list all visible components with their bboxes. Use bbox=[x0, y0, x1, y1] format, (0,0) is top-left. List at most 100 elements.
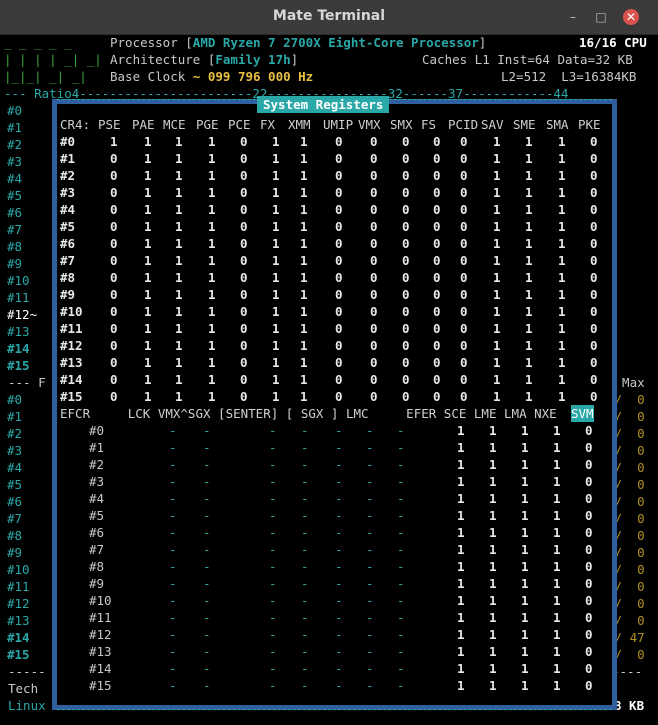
cr4-cell: 0 bbox=[433, 389, 441, 404]
cr4-cell: 1 bbox=[208, 253, 216, 268]
efcr-dash: - bbox=[397, 491, 405, 506]
cr4-cell: 0 bbox=[460, 287, 468, 302]
cr4-cell: 0 bbox=[402, 202, 410, 217]
cr4-cell: 1 bbox=[272, 355, 280, 370]
efcr-dash: - bbox=[397, 593, 405, 608]
cr4-cell: 0 bbox=[433, 372, 441, 387]
efcr-cell: 1 bbox=[553, 678, 561, 693]
cr4-cell: 0 bbox=[590, 202, 598, 217]
efcr-dash: - bbox=[301, 525, 309, 540]
efcr-dash: - bbox=[335, 627, 343, 642]
cr4-column-header: MCE bbox=[163, 117, 186, 132]
efcr-cell: 1 bbox=[553, 610, 561, 625]
cr4-cell: 1 bbox=[558, 253, 566, 268]
efcr-cell: 1 bbox=[553, 627, 561, 642]
efcr-dash: - bbox=[366, 610, 374, 625]
efcr-cell: 0 bbox=[585, 593, 593, 608]
cr4-cell: 0 bbox=[240, 355, 248, 370]
cr4-cell: 0 bbox=[110, 219, 118, 234]
cr4-cell: 1 bbox=[493, 321, 501, 336]
efcr-cell: 1 bbox=[553, 644, 561, 659]
efcr-cell: 1 bbox=[521, 593, 529, 608]
cr4-cell: 0 bbox=[460, 270, 468, 285]
efcr-cell: 0 bbox=[585, 627, 593, 642]
cr4-cell: 0 bbox=[240, 321, 248, 336]
cr4-cell: 1 bbox=[558, 202, 566, 217]
freq-section-label: --- F bbox=[8, 375, 46, 390]
efcr-dash: - bbox=[203, 593, 211, 608]
cr4-cell: 0 bbox=[110, 270, 118, 285]
efcr-dash: - bbox=[335, 559, 343, 574]
cr4-cell: 0 bbox=[590, 287, 598, 302]
efcr-cell: 1 bbox=[489, 423, 497, 438]
efcr-dash: - bbox=[269, 474, 277, 489]
cr4-cell: 1 bbox=[208, 236, 216, 251]
cr4-cell: 1 bbox=[144, 372, 152, 387]
cr4-cell: 1 bbox=[558, 321, 566, 336]
cpu-label-top: #0 bbox=[7, 103, 23, 118]
efcr-dash: - bbox=[203, 491, 211, 506]
cr4-cell: 0 bbox=[460, 355, 468, 370]
cr4-cell: 1 bbox=[272, 168, 280, 183]
cr4-cell: 0 bbox=[590, 270, 598, 285]
efcr-dash: - bbox=[301, 576, 309, 591]
efcr-dash: - bbox=[397, 508, 405, 523]
architecture-value: Family 17h bbox=[215, 52, 291, 67]
efcr-dash: - bbox=[366, 644, 374, 659]
efcr-dash: - bbox=[203, 423, 211, 438]
efcr-dash: - bbox=[203, 542, 211, 557]
cr4-cell: 0 bbox=[335, 236, 343, 251]
cr4-cell: 1 bbox=[525, 253, 533, 268]
cpu-label-bottom: #2 bbox=[7, 426, 23, 441]
efcr-dash: - bbox=[301, 610, 309, 625]
efcr-dash: - bbox=[269, 423, 277, 438]
cr4-cell: 0 bbox=[335, 372, 343, 387]
system-registers-dialog[interactable]: System Registers CR4: PSE PAE MCE PGE PCE FX XM… bbox=[52, 96, 617, 710]
title-bar[interactable]: Mate Terminal – □ ✕ bbox=[0, 0, 658, 35]
cr4-row-cpu: #1 bbox=[60, 151, 76, 166]
cr4-cell: 0 bbox=[433, 253, 441, 268]
cr4-cell: 1 bbox=[300, 389, 308, 404]
efcr-cell: 0 bbox=[585, 559, 593, 574]
efcr-dash: - bbox=[301, 644, 309, 659]
cr4-cell: 1 bbox=[493, 372, 501, 387]
cr4-cell: 1 bbox=[558, 134, 566, 149]
cpu-label-bottom: #13 bbox=[7, 613, 30, 628]
caches-label: Caches L1 Inst=64 Data=32 KB bbox=[422, 52, 633, 67]
cr4-cell: 1 bbox=[208, 185, 216, 200]
cr4-cell: 0 bbox=[590, 372, 598, 387]
minimize-button[interactable]: – bbox=[565, 9, 581, 25]
cr4-cell: 1 bbox=[272, 287, 280, 302]
efcr-dash: - bbox=[366, 423, 374, 438]
efcr-dash: - bbox=[335, 474, 343, 489]
efcr-cell: 0 bbox=[585, 423, 593, 438]
efcr-row-cpu: #13 bbox=[89, 644, 112, 659]
cr4-cell: 1 bbox=[558, 219, 566, 234]
cr4-column-header: XMM bbox=[288, 117, 311, 132]
cr4-column-header: PKE bbox=[578, 117, 601, 132]
efcr-dash: - bbox=[335, 423, 343, 438]
terminal-content[interactable]: _ _ _ _ _ | | | | _| _| |_|_| _| _| Proc… bbox=[4, 34, 654, 719]
cr4-cell: 0 bbox=[433, 236, 441, 251]
cr4-cell: 0 bbox=[460, 372, 468, 387]
cpu-label-top: #10 bbox=[7, 273, 30, 288]
efcr-cell: 1 bbox=[553, 661, 561, 676]
cr4-cell: 0 bbox=[370, 287, 378, 302]
cr4-cell: 1 bbox=[493, 185, 501, 200]
maximize-button[interactable]: □ bbox=[593, 9, 609, 25]
cr4-cell: 1 bbox=[558, 287, 566, 302]
cr4-row-cpu: #4 bbox=[60, 202, 76, 217]
cr4-column-header: PAE bbox=[132, 117, 155, 132]
cr4-cell: 1 bbox=[558, 372, 566, 387]
cr4-row-cpu: #6 bbox=[60, 236, 76, 251]
cr4-cell: 1 bbox=[525, 287, 533, 302]
close-button[interactable]: ✕ bbox=[623, 9, 639, 25]
cpu-label-bottom: #0 bbox=[7, 392, 23, 407]
cpu-label-top: #14 bbox=[7, 341, 30, 356]
cr4-cell: 1 bbox=[493, 151, 501, 166]
cpu-label-top: #12~ bbox=[7, 307, 38, 322]
cr4-cell: 0 bbox=[460, 202, 468, 217]
efcr-row-cpu: #7 bbox=[89, 542, 105, 557]
efcr-dash: - bbox=[269, 457, 277, 472]
efcr-dash: - bbox=[301, 593, 309, 608]
